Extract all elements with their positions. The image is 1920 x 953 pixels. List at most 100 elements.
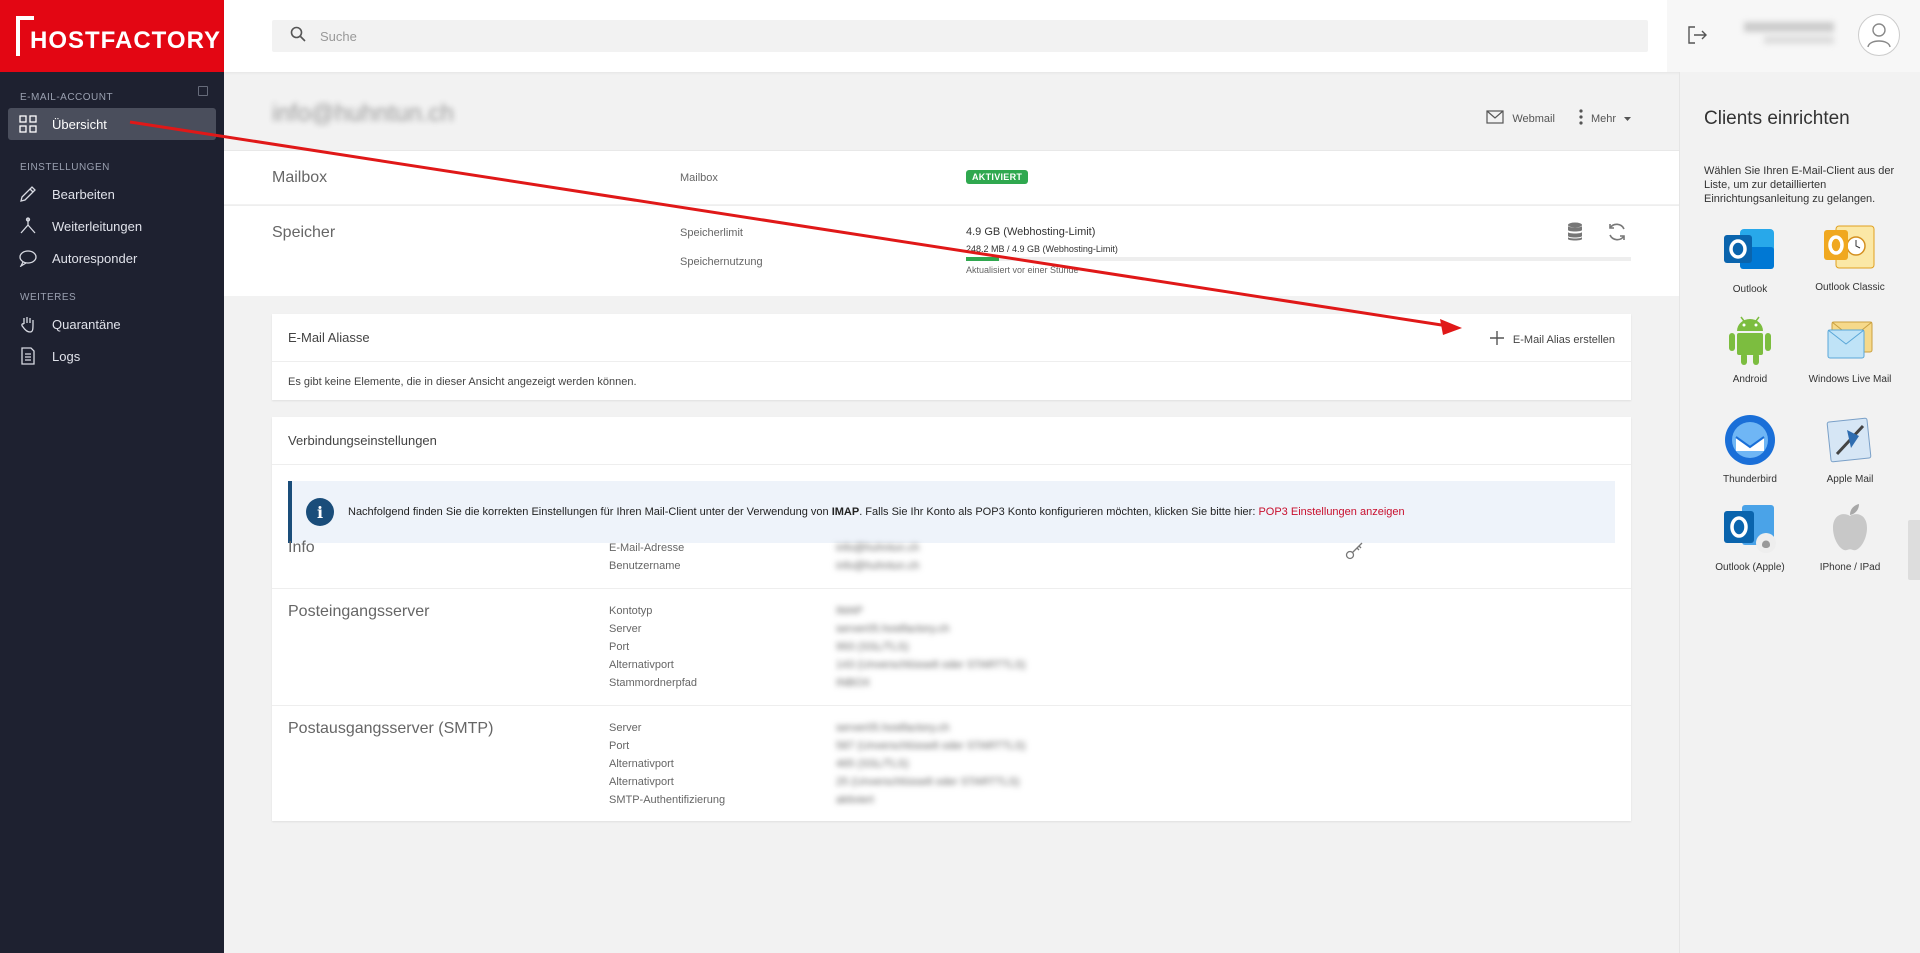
storage-progress-fill (966, 257, 1000, 261)
storage-limit-label: Speicherlimit (680, 227, 743, 239)
incoming-row-label: Stammordnerpfad (609, 677, 698, 689)
sidebar-item-logs[interactable]: Logs (0, 340, 224, 372)
webmail-button[interactable]: Webmail (1486, 110, 1555, 127)
alias-panel: E-Mail Aliasse E-Mail Alias erstellen Es… (272, 314, 1631, 400)
storage-limit-value: 4.9 GB (Webhosting-Limit) (966, 226, 1096, 238)
client-outlook-classic[interactable]: Outlook Classic (1800, 220, 1900, 293)
incoming-row-label: Alternativport (609, 659, 674, 671)
connection-panel-header: Verbindungseinstellungen (272, 417, 1631, 465)
sidebar-item-label: Quarantäne (52, 316, 121, 332)
outgoing-row-value: 25 (Unverschlüsselt oder STARTTLS) (836, 776, 1020, 788)
envelope-icon (1486, 110, 1504, 127)
database-icon[interactable] (1566, 222, 1584, 247)
incoming-section-title: Posteingangsserver (288, 603, 430, 620)
hand-icon (18, 314, 38, 334)
storage-usage-value: 248.2 MB / 4.9 GB (Webhosting-Limit) (966, 244, 1118, 254)
client-windows-live-mail[interactable]: Windows Live Mail (1800, 312, 1900, 385)
client-label: Android (1732, 374, 1768, 385)
main-content: info@huhntun.ch Webmail Mehr Mailbox Mai… (224, 72, 1679, 953)
avatar[interactable] (1858, 14, 1900, 56)
outgoing-row-label: Alternativport (609, 776, 674, 788)
client-label: Outlook Classic (1815, 282, 1885, 293)
hostfactory-logo[interactable]: HOSTFACTORY (0, 0, 224, 72)
incoming-row-label: Port (609, 641, 630, 653)
connection-title: Verbindungseinstellungen (288, 433, 437, 448)
info-text-prefix: Nachfolgend finden Sie die korrekten Ein… (348, 506, 832, 518)
client-outlook-apple[interactable]: Outlook (Apple) (1700, 500, 1800, 573)
section-email-account: E-MAIL-ACCOUNT (20, 92, 114, 103)
fork-icon (18, 216, 38, 236)
client-iphone-ipad[interactable]: IPhone / IPad (1800, 500, 1900, 573)
outgoing-row-value: aktiviert (836, 794, 874, 806)
client-label: Windows Live Mail (1808, 374, 1892, 385)
sidebar-collapse-button[interactable] (198, 86, 208, 96)
android-icon (1722, 312, 1778, 368)
search-bar[interactable] (272, 20, 1648, 52)
incoming-row-value: INBOX (836, 677, 871, 689)
mailbox-title: Mailbox (272, 169, 328, 186)
pop3-settings-link[interactable]: POP3 Einstellungen anzeigen (1258, 506, 1404, 518)
info-section-title: Info (288, 539, 315, 556)
mailbox-row: Mailbox Mailbox AKTIVIERT (224, 150, 1679, 204)
sidebar-item-bearbeiten[interactable]: Bearbeiten (0, 178, 224, 210)
outgoing-row-label: SMTP-Authentifizierung (609, 794, 726, 806)
status-badge: AKTIVIERT (966, 170, 1029, 184)
email-address-value: info@huhntun.ch (836, 542, 920, 554)
outgoing-row-label: Server (609, 722, 642, 734)
username-value: info@huhntun.ch (836, 560, 920, 572)
logout-icon[interactable] (1684, 22, 1710, 48)
client-label: Outlook (Apple) (1715, 562, 1785, 573)
sidebar-item-label: Autoresponder (52, 250, 138, 266)
clients-panel: Clients einrichten Wählen Sie Ihren E-Ma… (1679, 72, 1920, 953)
client-outlook[interactable]: Outlook (1700, 222, 1800, 295)
page-header: info@huhntun.ch Webmail Mehr (224, 72, 1679, 150)
client-thunderbird[interactable]: Thunderbird (1700, 412, 1800, 485)
grid-icon (18, 114, 38, 134)
info-icon: i (306, 498, 334, 526)
storage-progress-bar (966, 257, 1631, 261)
sidebar-item-uebersicht[interactable]: Übersicht (8, 108, 216, 140)
clients-description: Wählen Sie Ihren E-Mail-Client aus der L… (1704, 165, 1895, 205)
client-label: Apple Mail (1826, 474, 1874, 485)
info-text-suffix: . Falls Sie Ihr Konto als POP3 Konto kon… (859, 506, 1259, 518)
incoming-row-value: 143 (Unverschlüsselt oder STARTTLS) (836, 659, 1026, 671)
storage-updated: Aktualisiert vor einer Stunde (966, 265, 1079, 275)
user-info[interactable] (1744, 22, 1864, 52)
windows-live-mail-icon (1822, 312, 1878, 368)
info-text-protocol: IMAP (831, 506, 860, 518)
storage-usage-label: Speichernutzung (680, 256, 763, 268)
mailbox-label: Mailbox (680, 172, 718, 184)
sidebar-item-weiterleitungen[interactable]: Weiterleitungen (0, 210, 224, 242)
refresh-icon[interactable] (1606, 221, 1628, 248)
document-icon (18, 346, 38, 366)
logo-mark (16, 16, 34, 56)
outlook-apple-icon (1722, 500, 1778, 556)
alias-title: E-Mail Aliasse (288, 330, 370, 345)
create-alias-label: E-Mail Alias erstellen (1512, 333, 1615, 346)
topbar (224, 0, 1920, 72)
divider (272, 588, 1631, 589)
alias-panel-header: E-Mail Aliasse E-Mail Alias erstellen (272, 314, 1631, 362)
plus-icon (1489, 330, 1505, 349)
incoming-row-value: 993 (SSL/TLS) (836, 641, 909, 653)
sidebar-item-quarantaene[interactable]: Quarantäne (0, 308, 224, 340)
search-input[interactable] (320, 28, 1220, 44)
sidebar-item-label: Weiterleitungen (52, 218, 143, 234)
key-icon[interactable] (1345, 540, 1365, 565)
more-menu-button[interactable]: Mehr (1579, 109, 1631, 128)
client-android[interactable]: Android (1700, 312, 1800, 385)
connection-panel: Verbindungseinstellungen i Nachfolgend f… (272, 417, 1631, 821)
thunderbird-icon (1722, 412, 1778, 468)
feedback-handle[interactable] (1908, 520, 1920, 580)
outlook-icon (1722, 222, 1778, 278)
pencil-icon (18, 184, 38, 204)
client-label: IPhone / IPad (1819, 562, 1881, 573)
outgoing-section-title: Postausgangsserver (SMTP) (288, 720, 494, 737)
create-alias-button[interactable]: E-Mail Alias erstellen (1489, 330, 1615, 349)
sidebar-item-label: Logs (52, 348, 81, 364)
client-apple-mail[interactable]: Apple Mail (1800, 412, 1900, 485)
caret-down-icon (1624, 113, 1631, 125)
divider (272, 705, 1631, 706)
outgoing-row-label: Port (609, 740, 630, 752)
sidebar-item-autoresponder[interactable]: Autoresponder (0, 242, 224, 274)
